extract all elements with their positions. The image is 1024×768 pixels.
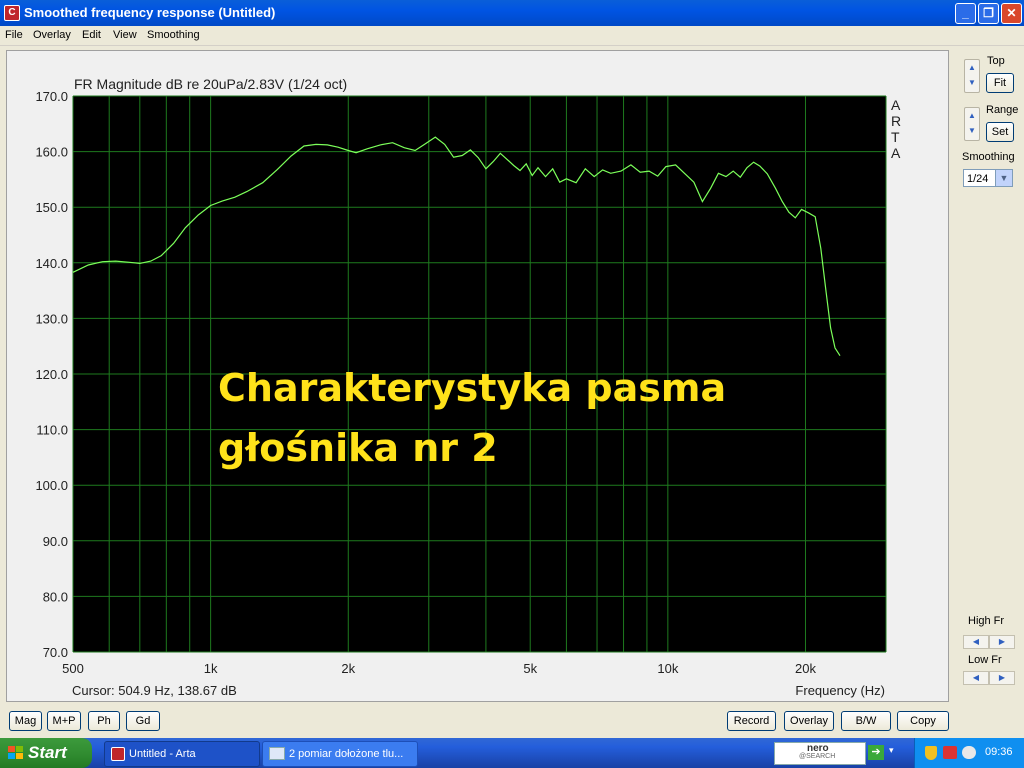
range-spinner[interactable]: ▲ ▼ [964, 107, 980, 141]
y-tick-label: 70.0 [43, 645, 68, 660]
start-label: Start [28, 743, 67, 762]
high-fr-arrows: ◀ ▶ [963, 635, 1015, 649]
high-fr-label: High Fr [968, 615, 1005, 627]
chevron-down-icon[interactable]: ▾ [889, 745, 894, 756]
arta-app-icon [111, 747, 125, 761]
side-letter: A [891, 145, 901, 161]
go-arrow-icon[interactable]: ➔ [868, 745, 884, 760]
menu-file[interactable]: File [5, 29, 23, 41]
window-title: Smoothed frequency response (Untitled) [24, 5, 276, 20]
y-tick-label: 120.0 [35, 367, 68, 382]
y-tick-labels: 170.0 160.0 150.0 140.0 130.0 120.0 110.0 100.0… [35, 89, 68, 660]
side-letter: A [891, 97, 901, 113]
smoothing-label: Smoothing [962, 151, 1015, 163]
chart-header: FR Magnitude dB re 20uPa/2.83V (1/24 oct… [74, 76, 347, 92]
app-icon: C [4, 5, 20, 21]
menu-smoothing[interactable]: Smoothing [147, 29, 200, 41]
cursor-readout: Cursor: 504.9 Hz, 138.67 dB [72, 683, 237, 698]
plot-frame: FR Magnitude dB re 20uPa/2.83V (1/24 oct… [6, 50, 949, 702]
y-tick-label: 160.0 [35, 145, 68, 160]
y-tick-label: 110.0 [36, 423, 68, 438]
x-tick-label: 500 [62, 661, 84, 676]
shield-icon[interactable] [925, 746, 937, 760]
gd-button[interactable]: Gd [126, 711, 160, 731]
task-arta[interactable]: Untitled - Arta [104, 741, 260, 767]
fit-button[interactable]: Fit [986, 73, 1014, 93]
record-button[interactable]: Record [727, 711, 776, 731]
menu-overlay[interactable]: Overlay [33, 29, 71, 41]
y-tick-label: 80.0 [43, 589, 68, 604]
y-tick-label: 100.0 [35, 478, 68, 493]
low-fr-label: Low Fr [968, 654, 1002, 666]
y-tick-label: 150.0 [35, 200, 68, 215]
y-tick-label: 90.0 [43, 534, 68, 549]
menu-bar: File Overlay Edit View Smoothing [0, 26, 1024, 46]
menu-view[interactable]: View [113, 29, 137, 41]
clock[interactable]: 09:36 [985, 746, 1013, 758]
image-viewer-icon [269, 747, 285, 760]
taskbar: Start Untitled - Arta 2 pomiar dołożone … [0, 738, 1024, 768]
top-spinner[interactable]: ▲ ▼ [964, 59, 980, 93]
side-letter: T [891, 129, 900, 145]
overlay-line-1: Charakterystyka pasma [218, 366, 727, 410]
overlay-button[interactable]: Overlay [784, 711, 834, 731]
x-axis-label: Frequency (Hz) [795, 683, 885, 698]
x-tick-label: 2k [341, 661, 355, 676]
smoothing-select[interactable]: 1/24 ▼ [963, 169, 1013, 187]
x-tick-label: 5k [523, 661, 537, 676]
overlay-caption: Charakterystyka pasma głośnika nr 2 [218, 358, 726, 478]
task-arta-label: Untitled - Arta [129, 748, 196, 760]
chevron-down-icon[interactable]: ▼ [995, 170, 1012, 186]
ph-button[interactable]: Ph [88, 711, 120, 731]
high-fr-right-button[interactable]: ▶ [989, 635, 1015, 649]
smoothing-value: 1/24 [967, 173, 989, 185]
low-fr-right-button[interactable]: ▶ [989, 671, 1015, 685]
mag-button[interactable]: Mag [9, 711, 42, 731]
copy-button[interactable]: Copy [897, 711, 949, 731]
x-tick-label: 10k [657, 661, 678, 676]
y-tick-label: 170.0 [35, 89, 68, 104]
arta-side-label: A R T A [891, 97, 901, 161]
x-tick-label: 20k [795, 661, 816, 676]
system-tray: 09:36 [914, 738, 1024, 768]
y-tick-label: 130.0 [35, 311, 68, 326]
usb-icon[interactable] [962, 746, 976, 759]
y-tick-label: 140.0 [35, 256, 68, 271]
task-image-label: 2 pomiar dołożone tlu... [289, 748, 404, 760]
menu-edit[interactable]: Edit [82, 29, 101, 41]
top-label: Top [987, 55, 1005, 67]
range-label: Range [986, 104, 1019, 116]
high-fr-left-button[interactable]: ◀ [963, 635, 989, 649]
bw-button[interactable]: B/W [841, 711, 891, 731]
task-image[interactable]: 2 pomiar dołożone tlu... [262, 741, 418, 767]
title-bar[interactable]: C Smoothed frequency response (Untitled)… [0, 0, 1024, 26]
network-icon[interactable] [943, 746, 957, 759]
close-button[interactable]: ✕ [1001, 3, 1022, 24]
side-letter: R [891, 113, 901, 129]
low-fr-left-button[interactable]: ◀ [963, 671, 989, 685]
minimize-button[interactable]: _ [955, 3, 976, 24]
restore-button[interactable]: ❐ [978, 3, 999, 24]
overlay-line-2: głośnika nr 2 [218, 426, 498, 470]
nero-search-label: @SEARCH [799, 753, 836, 760]
mp-button[interactable]: M+P [47, 711, 81, 731]
windows-logo-icon [8, 746, 23, 759]
nero-search-toolbar[interactable]: nero @SEARCH [774, 742, 866, 765]
set-button[interactable]: Set [986, 122, 1014, 142]
x-tick-labels: 500 1k 2k 5k 10k 20k [62, 661, 816, 676]
x-tick-label: 1k [204, 661, 218, 676]
start-button[interactable]: Start [0, 738, 92, 768]
low-fr-arrows: ◀ ▶ [963, 671, 1015, 685]
